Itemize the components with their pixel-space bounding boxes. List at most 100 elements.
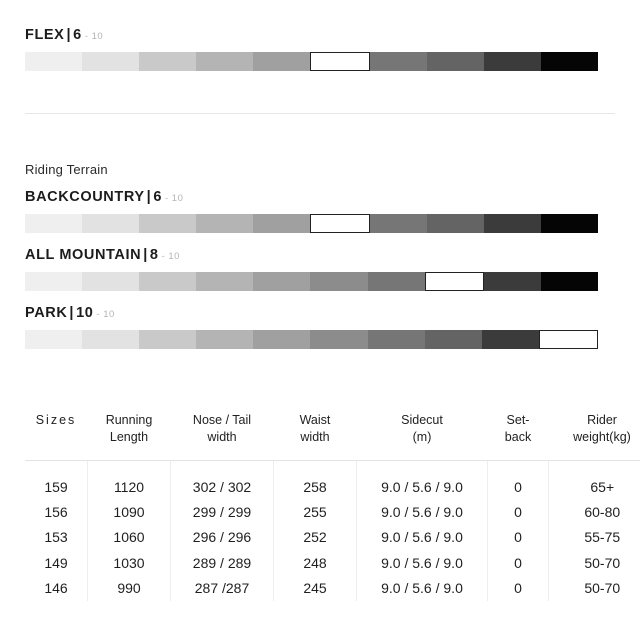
backcountry-label-text: BACKCOUNTRY xyxy=(25,189,145,205)
header-nose-tail-width-line1: Nose / Tail xyxy=(192,413,252,427)
cell-nose-tail-width: 299 / 299 xyxy=(170,499,274,525)
table-row: 156 1090 299 / 299 255 9.0 / 5.6 / 9.0 0 60-80 xyxy=(25,499,640,525)
rating-segment-4 xyxy=(196,329,254,349)
rating-segment-7 xyxy=(367,329,425,349)
cell-running-length: 1060 xyxy=(87,524,171,551)
header-rider-weight-line1: Rider xyxy=(587,413,617,427)
rating-segment-8 xyxy=(424,329,482,349)
park-label-text: PARK xyxy=(25,305,68,321)
header-setback-line1: Set- xyxy=(506,413,530,427)
park-rating-block: PARK | 10- 10 xyxy=(0,306,623,349)
sizes-table-body: 159 1120 302 / 302 258 9.0 / 5.6 / 9.0 0 65+ 15… xyxy=(25,460,640,601)
rating-segment-3 xyxy=(139,51,197,71)
rating-segment-10 xyxy=(540,271,598,291)
all-mountain-value: 8 xyxy=(149,247,159,263)
cell-nose-tail-width: 296 / 296 xyxy=(170,524,274,551)
cell-sidecut: 9.0 / 5.6 / 9.0 xyxy=(356,575,488,601)
header-waist-width-line2: width xyxy=(300,429,330,444)
rating-segment-5 xyxy=(253,213,311,233)
spec-sheet-page: FLEX | 6- 10 Riding Terrain BACKCOUNTRY | 6-… xyxy=(0,0,640,640)
rating-segment-7 xyxy=(369,51,427,71)
cell-rider-weight: 55-75 xyxy=(584,529,621,546)
all-mountain-separator: | xyxy=(143,247,148,263)
all-mountain-rating-block: ALL MOUNTAIN | 8- 10 xyxy=(0,248,623,291)
cell-sidecut: 9.0 / 5.6 / 9.0 xyxy=(356,499,488,525)
header-sizes-line1: Sizes xyxy=(35,413,77,427)
cell-running-length: 1120 xyxy=(87,460,171,500)
rating-segment-10 xyxy=(538,329,598,349)
sizes-table-wrapper: Sizes Running Length Nose / Tail width W… xyxy=(0,412,640,601)
header-rider-weight: Rider weight(kg) xyxy=(548,412,640,461)
table-row: 149 1030 289 / 289 248 9.0 / 5.6 / 9.0 0 50-70 xyxy=(25,550,640,576)
table-row: 153 1060 296 / 296 252 9.0 / 5.6 / 9.0 0 55-75 xyxy=(25,524,640,551)
rating-segment-4 xyxy=(196,271,254,291)
backcountry-max: - 10 xyxy=(164,193,184,204)
header-waist-width-line1: Waist xyxy=(299,413,331,427)
table-header-row: Sizes Running Length Nose / Tail width W… xyxy=(25,412,640,461)
cell-size: 153 xyxy=(25,524,88,551)
cell-running-length: 990 xyxy=(87,575,171,601)
header-rider-weight-line2: weight(kg) xyxy=(573,429,631,444)
header-nose-tail-width: Nose / Tail width xyxy=(170,412,274,461)
all-mountain-rating-bar xyxy=(25,271,598,291)
cell-size: 149 xyxy=(25,550,88,576)
flex-rating-bar xyxy=(25,51,598,71)
all-mountain-label: ALL MOUNTAIN | 8- 10 xyxy=(25,248,598,263)
park-value: 10 xyxy=(76,305,94,321)
cell-waist-width: 255 xyxy=(273,499,357,525)
cell-waist-width: 258 xyxy=(273,460,357,500)
sizes-table: Sizes Running Length Nose / Tail width W… xyxy=(25,412,640,601)
rating-segment-5 xyxy=(253,51,311,71)
flex-rating-block: FLEX | 6- 10 xyxy=(0,28,623,71)
cell-rider-weight: 50-70 xyxy=(584,554,621,571)
rating-segment-7 xyxy=(369,213,427,233)
rating-segment-1 xyxy=(25,213,83,233)
rating-segment-3 xyxy=(139,271,197,291)
rating-segment-1 xyxy=(25,329,83,349)
park-max: - 10 xyxy=(96,309,115,320)
table-row: 159 1120 302 / 302 258 9.0 / 5.6 / 9.0 0 65+ xyxy=(25,460,640,500)
rating-segment-9 xyxy=(481,329,539,349)
backcountry-separator: | xyxy=(146,189,152,205)
all-mountain-max: - 10 xyxy=(161,251,180,262)
rating-segment-6 xyxy=(310,51,370,71)
cell-sidecut: 9.0 / 5.6 / 9.0 xyxy=(356,524,488,551)
rating-segment-1 xyxy=(25,271,83,291)
header-setback: Set- back xyxy=(487,412,549,461)
cell-running-length: 1090 xyxy=(87,499,171,525)
rating-segment-5 xyxy=(253,271,311,291)
all-mountain-label-text: ALL MOUNTAIN xyxy=(25,247,142,263)
rating-segment-9 xyxy=(483,213,541,233)
cell-sidecut: 9.0 / 5.6 / 9.0 xyxy=(356,550,488,576)
cell-sidecut: 9.0 / 5.6 / 9.0 xyxy=(356,460,488,500)
flex-label: FLEX | 6- 10 xyxy=(25,28,598,43)
rating-segment-10 xyxy=(540,51,598,71)
rating-segment-2 xyxy=(82,213,140,233)
cell-size: 156 xyxy=(25,499,88,525)
rating-segment-2 xyxy=(82,51,140,71)
cell-size: 146 xyxy=(25,575,88,601)
cell-waist-width: 248 xyxy=(273,550,357,576)
cell-setback: 0 xyxy=(487,575,549,601)
rating-segment-10 xyxy=(540,213,598,233)
backcountry-label: BACKCOUNTRY | 6- 10 xyxy=(25,190,598,205)
section-divider xyxy=(25,113,615,114)
rating-segment-4 xyxy=(196,51,254,71)
cell-rider-weight: 65+ xyxy=(590,478,615,495)
sizes-table-head: Sizes Running Length Nose / Tail width W… xyxy=(25,412,640,461)
rating-segment-6 xyxy=(310,213,370,233)
cell-rider-weight: 50-70 xyxy=(584,579,621,596)
rating-segment-3 xyxy=(139,213,197,233)
riding-terrain-title: Riding Terrain xyxy=(25,162,108,177)
header-sidecut-line1: Sidecut xyxy=(401,413,443,427)
rating-segment-8 xyxy=(424,271,484,291)
cell-setback: 0 xyxy=(487,550,549,576)
flex-separator: | xyxy=(66,27,72,43)
cell-rider-weight: 60-80 xyxy=(584,504,621,521)
rating-segment-5 xyxy=(253,329,311,349)
cell-setback: 0 xyxy=(487,499,549,525)
rating-segment-3 xyxy=(139,329,197,349)
backcountry-rating-block: BACKCOUNTRY | 6- 10 xyxy=(0,190,623,233)
backcountry-rating-bar xyxy=(25,213,598,233)
rating-segment-2 xyxy=(82,329,140,349)
